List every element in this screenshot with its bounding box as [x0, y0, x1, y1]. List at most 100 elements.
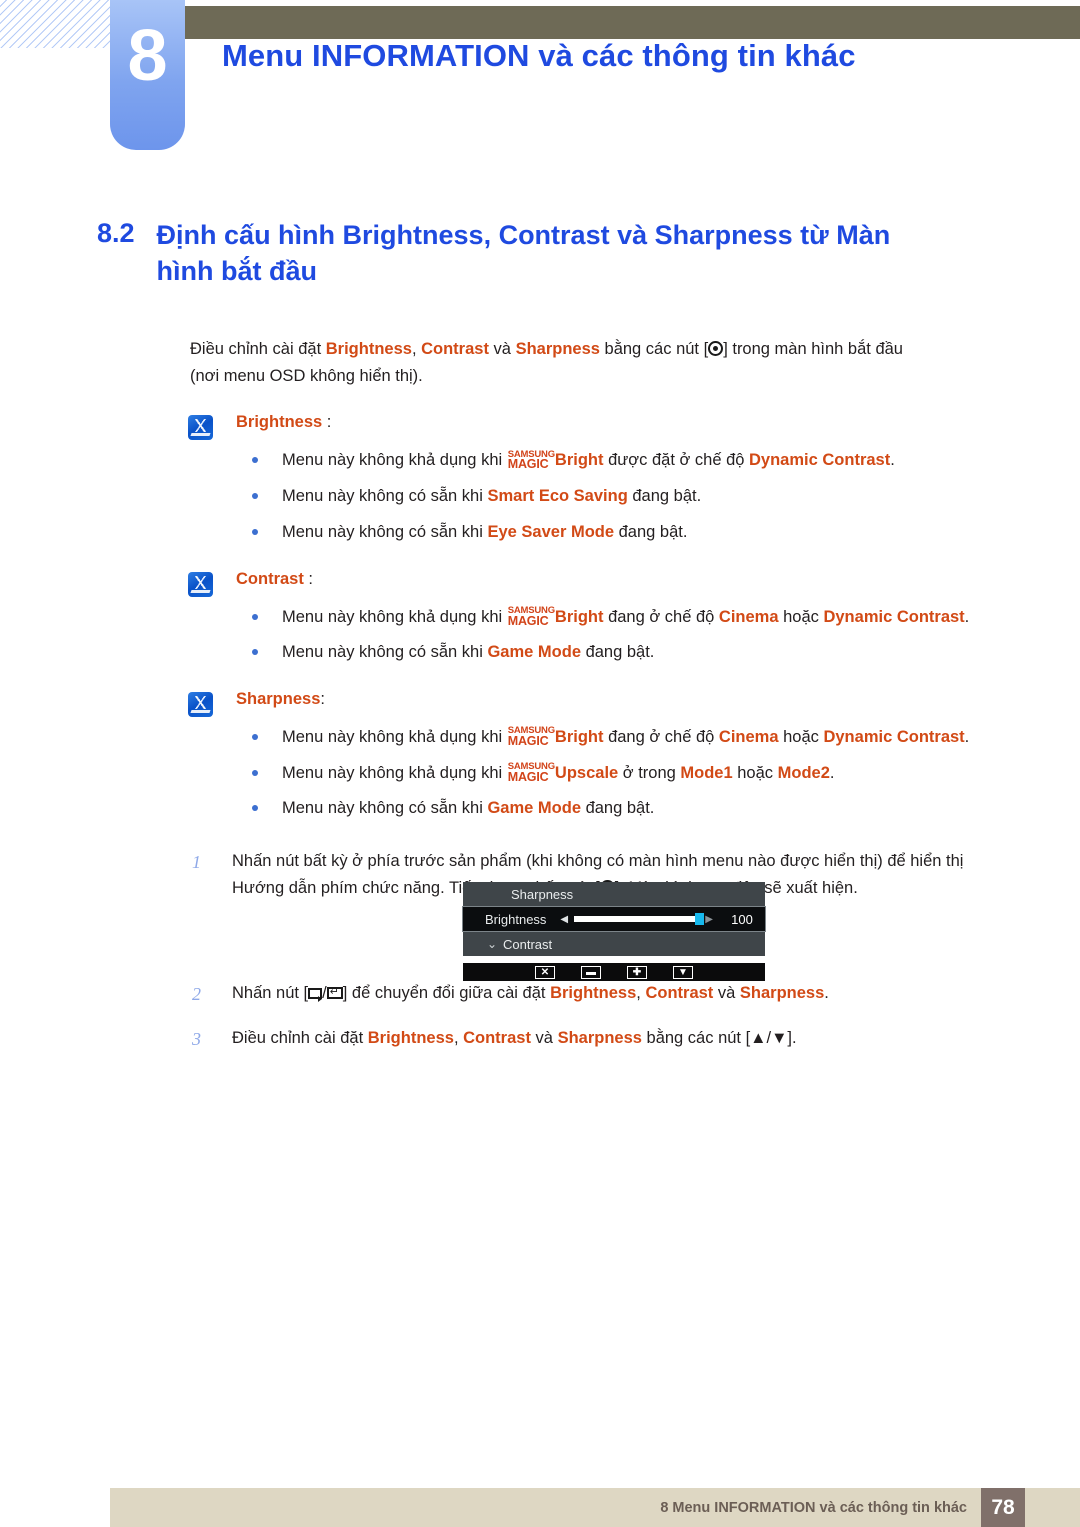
keyword-magicbright: Bright [554, 607, 604, 626]
bullet-text-post: đang bật. [614, 522, 688, 541]
bullet-text-mid-2: hoặc [778, 728, 824, 747]
chapter-title: Menu INFORMATION và các thông tin khác [222, 38, 856, 73]
intro-text-b: bằng các nút [ [599, 340, 709, 358]
osd-label-brightness: Brightness [485, 911, 547, 927]
keyword-smart-eco-saving: Smart Eco Saving [487, 487, 628, 506]
step-3-sep-1: , [453, 1028, 464, 1047]
osd-key-guide-bar: ✕ ▬ ✚ ▼ [463, 963, 765, 981]
keyword-game-mode: Game Mode [487, 643, 581, 662]
osd-row-brightness[interactable]: Brightness ◀ ▶ 100 [462, 906, 766, 932]
bullet-dot-icon [252, 493, 258, 500]
page-footer: 8 Menu INFORMATION và các thông tin khác… [110, 1488, 1080, 1527]
step-2-text-b: ] để chuyển đổi giữa cài đặt [342, 984, 551, 1002]
step-number: 3 [192, 1028, 201, 1049]
bullet-dot-icon [252, 649, 258, 656]
keyword-brightness: Brightness [550, 984, 637, 1002]
step-number: 1 [192, 852, 201, 873]
bullet-text-pre: Menu này không khả dụng khi [282, 451, 507, 470]
keyword-sharpness: Sharpness [515, 340, 600, 358]
bullet-text-mid: đang ở chế độ [603, 728, 719, 747]
magic-bottom-text: MAGIC [507, 734, 549, 749]
bullet-dot-icon [252, 769, 258, 776]
osd-row-contrast[interactable]: ⌄ Contrast [463, 932, 765, 956]
down-arrow-icon[interactable]: ▼ [673, 965, 693, 979]
step-3-sep-2: và [530, 1028, 558, 1047]
note-pen-glyph [193, 419, 208, 433]
note-pen-glyph [193, 696, 208, 710]
note-bullet: Menu này không khả dụng khi SAMSUNG MAGIC… [250, 760, 1000, 787]
bullet-text-pre: Menu này không có sẵn khi [282, 643, 488, 662]
note-bullet: Menu này không có sẵn khi Eye Saver Mode… [250, 519, 1000, 546]
plus-icon[interactable]: ✚ [627, 965, 647, 979]
note-bullet: Menu này không khả dụng khi SAMSUNG MAGIC… [250, 447, 1000, 474]
enter-key-icon [326, 984, 343, 1002]
samsung-magic-logo: SAMSUNG MAGIC [508, 450, 555, 471]
source-key-icon [308, 988, 323, 1002]
bullet-text-mid: được đặt ở chế độ [603, 451, 750, 470]
close-icon[interactable]: ✕ [535, 965, 555, 979]
note-icon [188, 692, 213, 718]
bullet-dot-icon [252, 805, 258, 812]
footer-page-number: 78 [981, 1488, 1025, 1527]
bullet-text-pre: Menu này không có sẵn khi [282, 522, 488, 541]
note-block-brightness: Brightness : Menu này không khả dụng khi… [188, 413, 1000, 546]
keyword-eye-saver-mode: Eye Saver Mode [487, 522, 615, 541]
osd-row-sharpness[interactable]: Sharpness [463, 882, 765, 906]
chapter-number: 8 [127, 16, 168, 96]
note-title-colon: : [322, 413, 332, 432]
bullet-text-post: đang bật. [581, 643, 655, 662]
minus-icon[interactable]: ▬ [581, 965, 601, 979]
note-title-brightness: Brightness : [236, 413, 1000, 438]
step-3-text-b: bằng các nút [▲/▼]. [641, 1028, 797, 1047]
osd-label-sharpness: Sharpness [511, 886, 574, 902]
osd-slider-track[interactable] [574, 913, 705, 925]
keyword-sharpness: Sharpness [557, 1028, 642, 1047]
samsung-magic-logo: SAMSUNG MAGIC [508, 606, 555, 627]
step-2-text-a: Nhấn nút [ [232, 984, 309, 1002]
step-number: 2 [192, 984, 201, 1004]
footer-chapter-label: 8 Menu INFORMATION và các thông tin khác [660, 1499, 967, 1516]
keyword-magicupscale: Upscale [554, 763, 619, 782]
intro-paragraph: Điều chỉnh cài đặt Brightness, Contrast … [190, 336, 1000, 389]
keyword-dynamic-contrast: Dynamic Contrast [823, 607, 965, 626]
note-bullet: Menu này không khả dụng khi SAMSUNG MAGIC… [250, 724, 1000, 751]
bullet-text-pre: Menu này không có sẵn khi [282, 487, 488, 506]
note-icon [188, 415, 213, 441]
note-title-text: Contrast [236, 569, 304, 588]
osd-arrow-right-icon[interactable]: ▶ [705, 914, 713, 925]
note-block-contrast: Contrast : Menu này không khả dụng khi S… [188, 570, 1000, 666]
note-title-colon: : [320, 690, 325, 709]
note-base-glyph [190, 433, 211, 437]
intro-sep-2: và [488, 340, 516, 358]
step-3-text-a: Điều chỉnh cài đặt [232, 1028, 368, 1047]
osd-slider-knob[interactable] [695, 913, 705, 925]
header-olive-bar [185, 6, 1080, 39]
magic-bottom-text: MAGIC [507, 769, 549, 784]
keyword-cinema: Cinema [718, 728, 779, 747]
bullet-text-post: . [964, 728, 970, 747]
samsung-magic-logo: SAMSUNG MAGIC [507, 762, 555, 784]
decorative-hatch-pattern [0, 0, 112, 48]
bullet-text-post: đang bật. [581, 799, 655, 818]
bullet-text-mid-2: hoặc [778, 607, 824, 626]
bullet-text-mid: ở trong [618, 763, 681, 782]
section-number: 8.2 [97, 218, 135, 248]
steps-lower: 2 Nhấn nút [/] để chuyển đổi giữa cài đặ… [190, 980, 1000, 1051]
intro-sep-1: , [411, 340, 422, 358]
keyword-brightness: Brightness [367, 1028, 454, 1047]
note-bullet: Menu này không có sẵn khi Game Mode đang… [250, 639, 1000, 666]
keyword-mode2: Mode2 [777, 763, 830, 782]
keyword-contrast: Contrast [463, 1028, 531, 1047]
step-2-text-c: . [824, 984, 829, 1002]
bullet-text-mid-2: hoặc [732, 763, 778, 782]
keyword-brightness: Brightness [325, 340, 412, 358]
bullet-dot-icon [252, 457, 258, 464]
osd-arrow-left-icon[interactable]: ◀ [560, 914, 568, 925]
keyword-contrast: Contrast [645, 984, 714, 1002]
bullet-text-pre: Menu này không khả dụng khi [282, 728, 507, 747]
bullet-text-post: . [829, 763, 835, 782]
bullet-dot-icon [252, 734, 258, 741]
osd-screenshot: Sharpness Brightness ◀ ▶ 100 ⌄ Contrast … [462, 882, 766, 981]
note-title-contrast: Contrast : [236, 570, 1000, 595]
note-bullet: Menu này không có sẵn khi Game Mode đang… [250, 795, 1000, 822]
